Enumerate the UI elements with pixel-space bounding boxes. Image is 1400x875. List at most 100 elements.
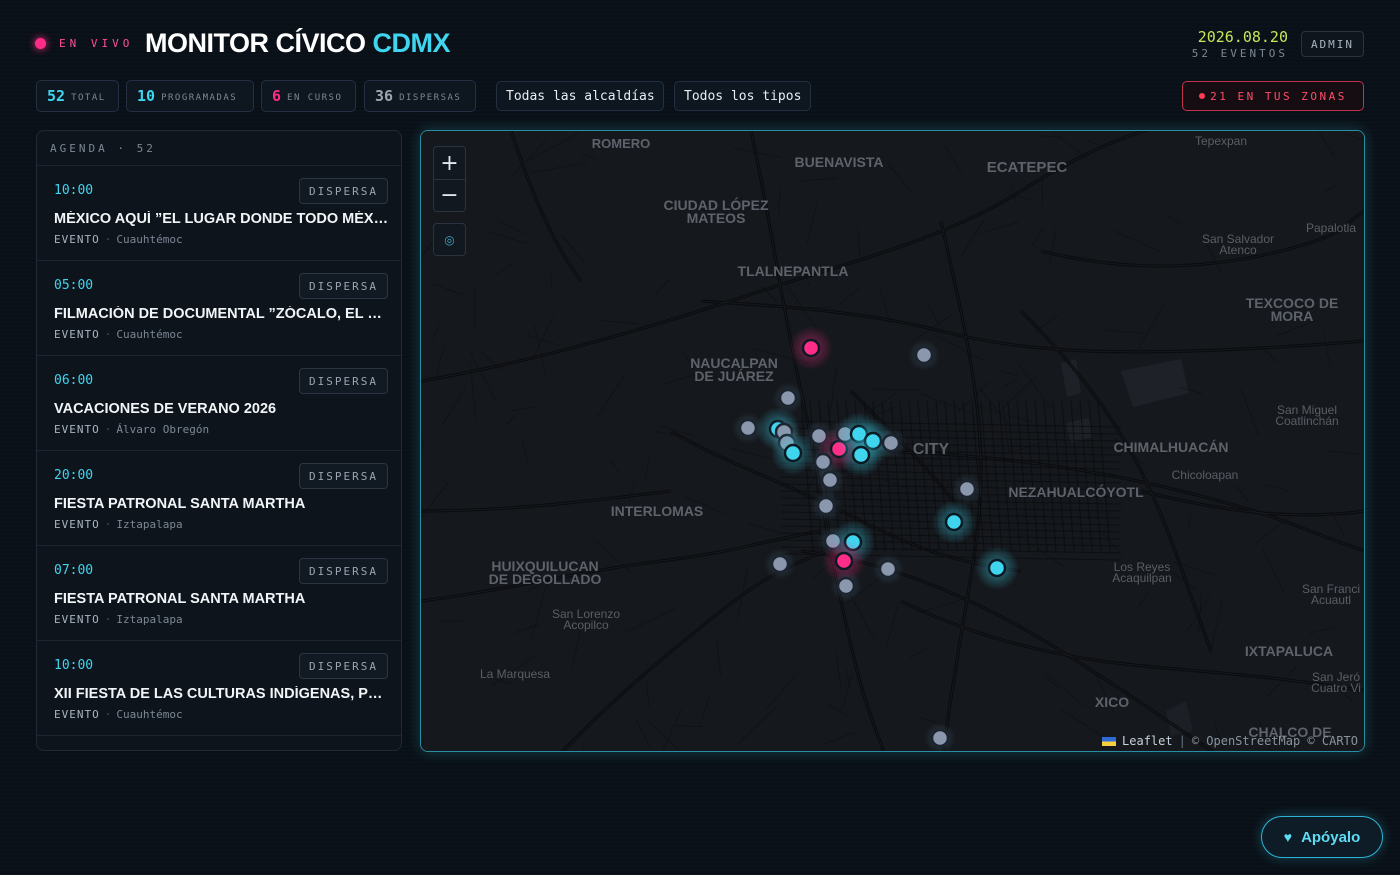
meta-separator: · — [104, 423, 112, 436]
event-marker-scheduled[interactable] — [975, 546, 1019, 590]
event-marker-dispersed[interactable] — [830, 570, 862, 602]
admin-button[interactable]: ADMIN — [1301, 31, 1364, 57]
status-badge: DISPERSA — [299, 653, 388, 679]
event-alcaldia: Cuauhtémoc — [116, 328, 183, 341]
agenda-item[interactable]: 10:00 DISPERSA MÉXICO AQUÍ ”EL LUGAR DONDE… — [37, 166, 401, 261]
ukraine-flag-icon — [1102, 736, 1117, 746]
stat-chip-total[interactable]: 52 TOTAL — [36, 80, 119, 112]
event-title: MÉXICO AQUÍ ”EL LUGAR DONDE TODO MÉXICO … — [54, 211, 389, 227]
event-meta: EVENTO · Iztapalapa — [54, 613, 183, 626]
locate-icon: ◎ — [444, 232, 455, 247]
meta-separator: · — [104, 328, 112, 341]
agenda-panel: AGENDA · 52 10:00 DISPERSA MÉXICO AQUÍ ”EL… — [36, 130, 402, 751]
stat-chip-dispersas[interactable]: 36 DISPERSAS — [364, 80, 476, 112]
event-alcaldia: Cuauhtémoc — [116, 233, 183, 246]
osm-carto-link[interactable]: © OpenStreetMap © CARTO — [1192, 734, 1358, 748]
agenda-list[interactable]: 10:00 DISPERSA MÉXICO AQUÍ ”EL LUGAR DONDE… — [37, 166, 401, 736]
agenda-header: AGENDA · 52 — [37, 131, 401, 166]
event-marker-dispersed[interactable] — [764, 548, 796, 580]
event-time: 05:00 — [54, 278, 94, 293]
event-marker-dispersed[interactable] — [810, 490, 842, 522]
event-meta: EVENTO · Álvaro Obregón — [54, 423, 209, 436]
support-label: Apóyalo — [1301, 828, 1361, 846]
event-alcaldia: Cuauhtémoc — [116, 708, 183, 721]
event-marker-scheduled[interactable] — [932, 500, 976, 544]
stat-label: DISPERSAS — [399, 92, 462, 103]
header-summary: 2026.08.20 52 EVENTOS — [1192, 28, 1288, 60]
agenda-item[interactable]: 10:00 DISPERSA XII FIESTA DE LAS CULTURAS … — [37, 641, 401, 736]
leaflet-link[interactable]: Leaflet — [1122, 734, 1173, 748]
meta-separator: · — [104, 708, 112, 721]
agenda-item[interactable]: 05:00 DISPERSA FILMACIÓN DE DOCUMENTAL ”ZÓ… — [37, 261, 401, 356]
type-select[interactable]: Todos los tipos — [674, 81, 811, 111]
live-dot-icon — [35, 38, 46, 49]
zoom-out-button[interactable]: − — [434, 179, 465, 211]
event-meta: EVENTO · Cuauhtémoc — [54, 233, 183, 246]
event-type: EVENTO — [54, 613, 100, 626]
event-title: VACACIONES DE VERANO 2026 — [54, 401, 277, 417]
alcaldia-select[interactable]: Todas las alcaldías — [496, 81, 664, 111]
stat-label: TOTAL — [71, 92, 106, 103]
status-badge: DISPERSA — [299, 178, 388, 204]
event-type: EVENTO — [54, 233, 100, 246]
event-meta: EVENTO · Cuauhtémoc — [54, 708, 183, 721]
stat-chip-en-curso[interactable]: 6 EN CURSO — [261, 80, 356, 112]
event-time: 10:00 — [54, 658, 94, 673]
event-meta: EVENTO · Cuauhtémoc — [54, 328, 183, 341]
zoom-in-button[interactable]: + — [434, 147, 465, 179]
app-title-main: MONITOR CÍVICO — [145, 28, 366, 58]
event-title: FIESTA PATRONAL SANTA MARTHA — [54, 591, 306, 607]
event-alcaldia: Iztapalapa — [116, 518, 183, 531]
live-label: EN VIVO — [59, 37, 134, 50]
zoom-control: + − — [433, 146, 466, 212]
agenda-item[interactable]: 06:00 DISPERSA VACACIONES DE VERANO 2026 EV… — [37, 356, 401, 451]
status-badge: DISPERSA — [299, 558, 388, 584]
event-marker-scheduled[interactable] — [839, 433, 883, 477]
event-marker-live[interactable] — [789, 326, 833, 370]
attribution-separator: | — [1178, 734, 1186, 748]
zones-alert-label: 21 EN TUS ZONAS — [1210, 89, 1347, 103]
heart-icon: ♥ — [1283, 829, 1293, 845]
map-attribution: Leaflet | © OpenStreetMap © CARTO — [1102, 734, 1358, 748]
status-badge: DISPERSA — [299, 463, 388, 489]
event-type: EVENTO — [54, 328, 100, 341]
locate-button[interactable]: ◎ — [433, 223, 466, 256]
event-alcaldia: Álvaro Obregón — [116, 423, 210, 436]
event-marker-dispersed[interactable] — [924, 722, 956, 752]
stat-number: 6 — [272, 87, 282, 105]
event-alcaldia: Iztapalapa — [116, 613, 183, 626]
event-title: FILMACIÓN DE DOCUMENTAL ”ZÓCALO, EL CORA… — [54, 306, 389, 322]
stat-chip-programadas[interactable]: 10 PROGRAMADAS — [126, 80, 254, 112]
stat-label: PROGRAMADAS — [161, 92, 238, 103]
status-badge: DISPERSA — [299, 368, 388, 394]
event-type: EVENTO — [54, 423, 100, 436]
meta-separator: · — [104, 613, 112, 626]
event-map[interactable]: ROMERO BUENAVISTA ECATEPEC Tepexpan CIUDAD L… — [420, 130, 1365, 752]
agenda-item[interactable]: 20:00 DISPERSA FIESTA PATRONAL SANTA MARTH… — [37, 451, 401, 546]
zones-alert-button[interactable]: 21 EN TUS ZONAS — [1182, 81, 1364, 111]
event-type: EVENTO — [54, 518, 100, 531]
stat-number: 52 — [47, 87, 66, 105]
current-date: 2026.08.20 — [1197, 28, 1288, 46]
event-title: FIESTA PATRONAL SANTA MARTHA — [54, 496, 306, 512]
stat-label: EN CURSO — [287, 92, 343, 103]
meta-separator: · — [104, 233, 112, 246]
event-title: XII FIESTA DE LAS CULTURAS INDÍGENAS, PU… — [54, 686, 389, 702]
meta-separator: · — [104, 518, 112, 531]
events-count: 52 EVENTOS — [1191, 47, 1288, 60]
alert-dot-icon — [1199, 93, 1206, 99]
event-time: 20:00 — [54, 468, 94, 483]
event-time: 06:00 — [54, 373, 94, 388]
stat-number: 10 — [137, 87, 156, 105]
map-markers-layer[interactable] — [421, 131, 1365, 752]
event-time: 10:00 — [54, 183, 94, 198]
stat-number: 36 — [375, 87, 394, 105]
agenda-item[interactable]: 07:00 DISPERSA FIESTA PATRONAL SANTA MARTH… — [37, 546, 401, 641]
event-time: 07:00 — [54, 563, 94, 578]
event-marker-dispersed[interactable] — [908, 339, 940, 371]
event-type: EVENTO — [54, 708, 100, 721]
support-button[interactable]: ♥ Apóyalo — [1261, 816, 1383, 858]
app-title: MONITOR CÍVICO CDMX — [145, 28, 451, 59]
event-meta: EVENTO · Iztapalapa — [54, 518, 183, 531]
event-marker-dispersed[interactable] — [872, 553, 904, 585]
